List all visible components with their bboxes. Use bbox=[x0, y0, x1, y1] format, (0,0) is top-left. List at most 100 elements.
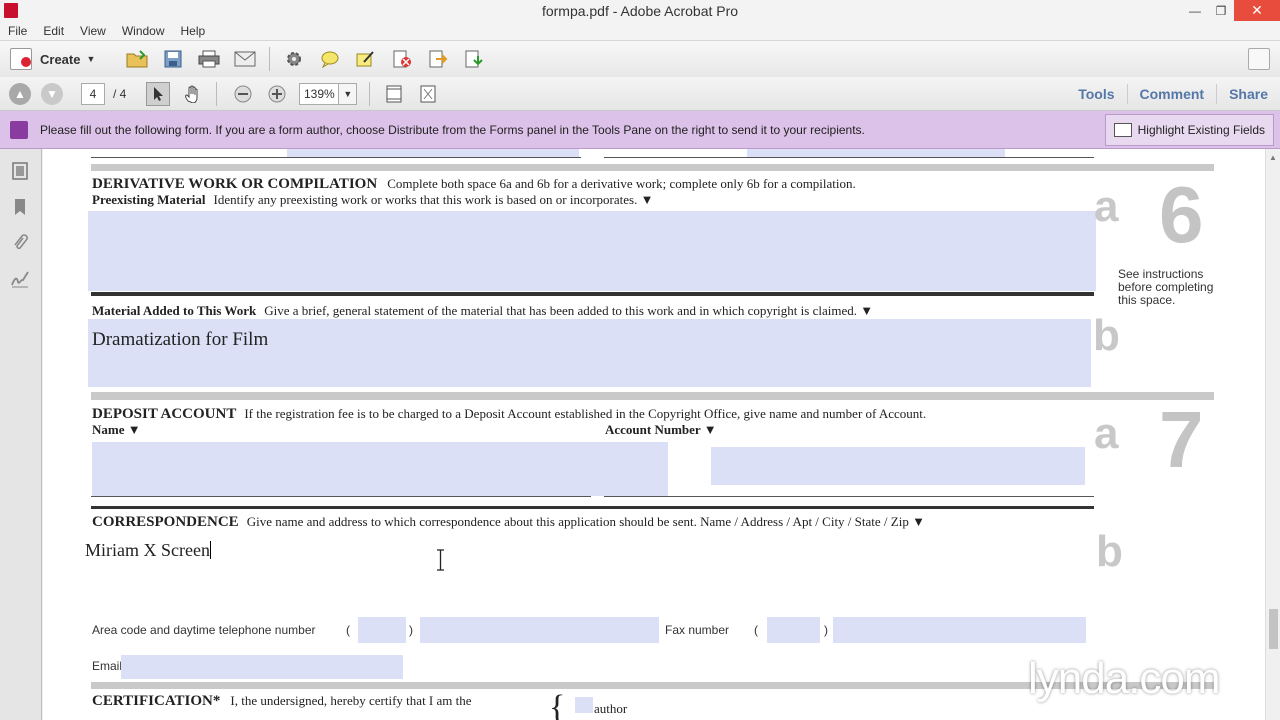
deposit-name-field[interactable] bbox=[92, 442, 668, 496]
preexisting-row: Preexisting Material Identify any preexi… bbox=[92, 191, 653, 209]
material-added-field[interactable]: Dramatization for Film bbox=[88, 319, 1091, 387]
instructions-note: See instructions before completing this … bbox=[1118, 267, 1214, 307]
form-icon bbox=[10, 120, 28, 139]
section6-letter-b: b bbox=[1093, 311, 1120, 360]
certification-desc: I, the undersigned, hereby certify that … bbox=[230, 693, 472, 708]
section6-number: 6 bbox=[1159, 170, 1204, 259]
toolbar-separator bbox=[369, 81, 371, 106]
menu-edit[interactable]: Edit bbox=[35, 24, 72, 38]
correspondence-row: CORRESPONDENCE Give name and address to … bbox=[92, 513, 925, 531]
email-field[interactable] bbox=[121, 655, 403, 679]
acrobat-icon bbox=[4, 3, 18, 18]
author-checkbox[interactable] bbox=[575, 697, 593, 713]
menu-help[interactable]: Help bbox=[173, 24, 214, 38]
deposit-desc: If the registration fee is to be charged… bbox=[244, 406, 927, 421]
account-number-label: Account Number ▼ bbox=[605, 422, 717, 437]
save-icon[interactable] bbox=[161, 47, 185, 71]
document-page: DERIVATIVE WORK OR COMPILATION Complete … bbox=[43, 149, 1265, 720]
author-option: author bbox=[594, 701, 628, 716]
section-divider bbox=[91, 506, 1094, 509]
previous-field[interactable] bbox=[287, 149, 579, 157]
section7-number: 7 bbox=[1159, 395, 1204, 484]
previous-page-button[interactable]: ▲ bbox=[9, 82, 31, 105]
close-button[interactable]: ✕ bbox=[1234, 0, 1280, 21]
navigation-toolbar: ▲ ▼ 4 / 4 139% ▼ Tools Comment Share bbox=[0, 77, 1280, 111]
page-thumbnails-icon[interactable] bbox=[10, 161, 30, 181]
fullscreen-icon[interactable] bbox=[416, 82, 440, 106]
select-tool-icon[interactable] bbox=[146, 81, 171, 106]
page-total: / 4 bbox=[113, 86, 127, 101]
zoom-level-input[interactable]: 139% bbox=[299, 82, 340, 105]
insert-page-icon[interactable] bbox=[462, 47, 486, 71]
menu-window[interactable]: Window bbox=[114, 24, 173, 38]
form-rule bbox=[604, 496, 1094, 497]
zoom-out-icon[interactable] bbox=[231, 82, 255, 106]
tools-link[interactable]: Tools bbox=[1066, 84, 1126, 104]
menu-file[interactable]: File bbox=[0, 24, 35, 38]
sign-icon[interactable] bbox=[354, 47, 378, 71]
form-rule bbox=[91, 157, 581, 158]
next-page-button[interactable]: ▼ bbox=[41, 82, 63, 105]
name-label: Name ▼ bbox=[92, 422, 141, 437]
main-toolbar: Create ▼ bbox=[0, 40, 1280, 77]
bookmarks-icon[interactable] bbox=[10, 197, 30, 217]
signatures-icon[interactable] bbox=[10, 269, 30, 289]
share-link[interactable]: Share bbox=[1216, 84, 1280, 104]
comment-icon[interactable] bbox=[318, 47, 342, 71]
correspondence-field[interactable]: Miriam X Screen bbox=[85, 540, 211, 561]
preexisting-material-field[interactable] bbox=[88, 211, 1096, 291]
form-notice-bar: Please fill out the following form. If y… bbox=[0, 111, 1280, 149]
menu-view[interactable]: View bbox=[72, 24, 114, 38]
lynda-watermark: lynda.com bbox=[1028, 654, 1221, 703]
create-label: Create bbox=[40, 51, 81, 67]
window-title: formpa.pdf - Adobe Acrobat Pro bbox=[541, 2, 739, 19]
create-button[interactable]: Create ▼ bbox=[10, 48, 95, 70]
certification-row: CERTIFICATION* I, the undersigned, hereb… bbox=[92, 692, 472, 710]
vertical-scrollbar[interactable]: ▲ bbox=[1265, 149, 1280, 720]
correspondence-heading: CORRESPONDENCE bbox=[92, 514, 239, 530]
print-icon[interactable] bbox=[197, 47, 221, 71]
phone-paren-close: ) bbox=[409, 623, 413, 637]
fax-number-field[interactable] bbox=[833, 617, 1086, 643]
text-cursor-icon bbox=[437, 549, 444, 571]
fax-paren-open: ( bbox=[754, 623, 758, 637]
attachments-icon[interactable] bbox=[10, 233, 30, 253]
form-notice-text: Please fill out the following form. If y… bbox=[40, 122, 865, 137]
create-pdf-icon bbox=[10, 48, 32, 70]
fax-area-code-field[interactable] bbox=[767, 617, 820, 643]
scroll-thumb[interactable] bbox=[1269, 609, 1278, 649]
section7-letter-b: b bbox=[1096, 527, 1123, 576]
phone-area-code-field[interactable] bbox=[358, 617, 406, 643]
material-added-desc: Give a brief, general statement of the m… bbox=[264, 303, 874, 318]
correspondence-desc: Give name and address to which correspon… bbox=[246, 514, 925, 529]
restore-button[interactable]: ❐ bbox=[1208, 0, 1234, 21]
phone-number-field[interactable] bbox=[420, 617, 659, 643]
account-number-field[interactable] bbox=[711, 447, 1085, 485]
scroll-up-icon[interactable]: ▲ bbox=[1269, 153, 1277, 162]
expand-icon[interactable] bbox=[1248, 48, 1270, 70]
chevron-down-icon: ▼ bbox=[86, 54, 96, 64]
phone-label: Area code and daytime telephone number bbox=[92, 623, 316, 637]
minimize-button[interactable]: — bbox=[1182, 0, 1208, 21]
material-added-row: Material Added to This Work Give a brief… bbox=[92, 302, 873, 320]
menu-bar: File Edit View Window Help bbox=[0, 21, 1280, 40]
phone-paren-open: ( bbox=[346, 623, 350, 637]
pane-links: Tools Comment Share bbox=[1066, 77, 1280, 111]
comment-link[interactable]: Comment bbox=[1126, 84, 1217, 104]
gear-icon[interactable] bbox=[282, 47, 306, 71]
export-page-icon[interactable] bbox=[426, 47, 450, 71]
window-controls: — ❐ ✕ bbox=[1182, 0, 1280, 21]
fit-page-icon[interactable] bbox=[382, 82, 406, 106]
page-number-input[interactable]: 4 bbox=[81, 82, 105, 105]
zoom-in-icon[interactable] bbox=[265, 82, 289, 106]
email-icon[interactable] bbox=[233, 47, 257, 71]
text-caret bbox=[209, 541, 211, 559]
zoom-dropdown-icon[interactable]: ▼ bbox=[339, 82, 358, 105]
preexisting-desc: Identify any preexisting work or works t… bbox=[213, 192, 654, 207]
previous-field[interactable] bbox=[747, 149, 1005, 157]
delete-page-icon[interactable] bbox=[390, 47, 414, 71]
section6-heading-desc: Complete both space 6a and 6b for a deri… bbox=[387, 176, 856, 191]
open-folder-icon[interactable] bbox=[125, 47, 149, 71]
highlight-fields-button[interactable]: Highlight Existing Fields bbox=[1104, 114, 1274, 146]
hand-tool-icon[interactable] bbox=[180, 82, 204, 106]
